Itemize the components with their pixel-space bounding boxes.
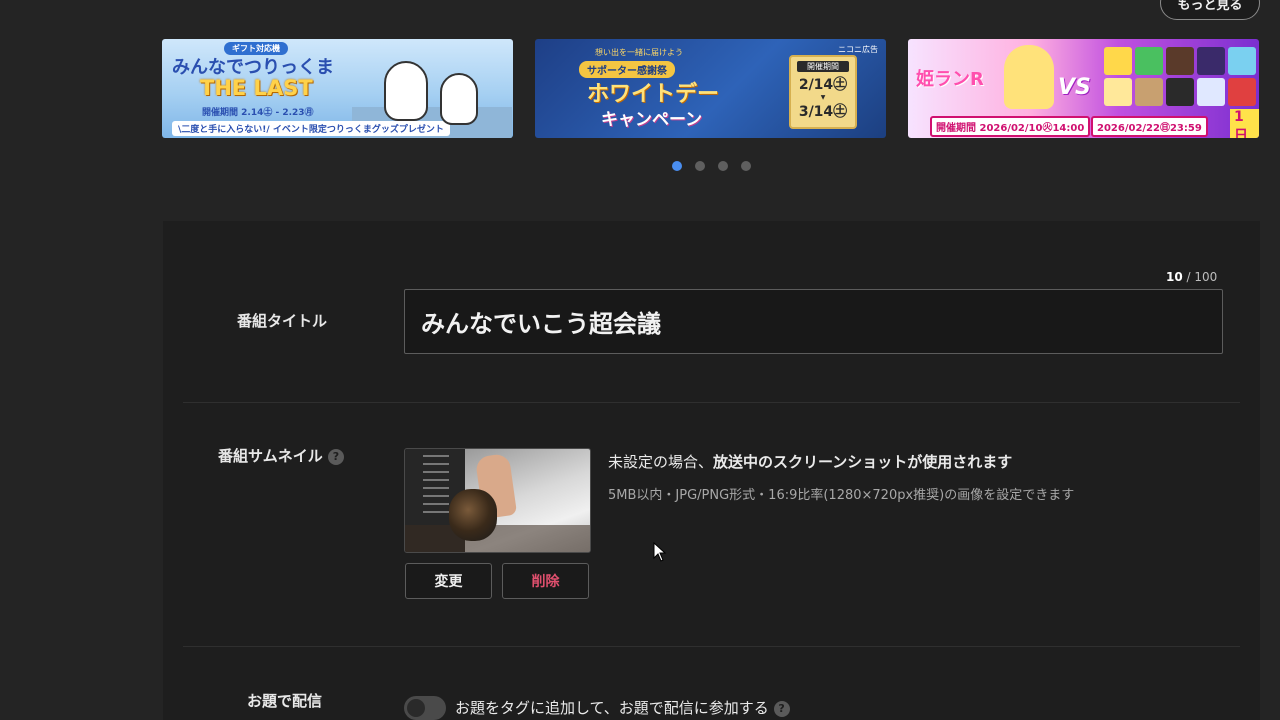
counter-separator: / xyxy=(1182,270,1195,284)
banner-title: ホワイトデー xyxy=(587,82,720,107)
banner-vs: VS xyxy=(1058,75,1091,100)
avatar-icon xyxy=(1104,78,1132,106)
desc-bold: 放送中のスクリーンショットが使用されます xyxy=(713,453,1013,471)
avatar-icon xyxy=(1166,47,1194,75)
avatar-icon xyxy=(1135,47,1163,75)
title-char-counter: 10 / 100 xyxy=(1166,270,1217,284)
title-input[interactable]: みんなでいこう超会議 xyxy=(404,289,1223,354)
delete-thumbnail-button[interactable]: 削除 xyxy=(502,563,589,599)
banner-title: 姫ランR xyxy=(916,69,984,90)
banner-period: 開催期間 2.14㊏ - 2.23㊊ xyxy=(202,108,314,118)
topic-toggle-text: お題をタグに追加して、お題で配信に参加する xyxy=(455,699,769,717)
carousel-dot[interactable] xyxy=(672,161,682,171)
topic-toggle-row: お題をタグに追加して、お題で配信に参加する ? xyxy=(455,697,790,718)
toggle-knob xyxy=(407,699,425,717)
title-label: 番組タイトル xyxy=(237,312,328,330)
counter-max: 100 xyxy=(1194,270,1218,284)
avatar-icon xyxy=(1228,47,1256,75)
period-arrow: ▼ xyxy=(820,94,826,101)
banner-period-box: 開催期間 2/14㊏ ▼ 3/14㊏ xyxy=(789,55,857,129)
avatar-icon xyxy=(1197,47,1225,75)
topic-toggle[interactable] xyxy=(404,696,446,720)
banner-top-text: 想い出を一緒に届けよう xyxy=(595,48,683,57)
avatar-icon xyxy=(1104,47,1132,75)
thumbnail-spec: 5MB以内・JPG/PNG形式・16:9比率(1280×720px推奨)の画像を… xyxy=(608,488,1075,503)
period-end: 3/14㊏ xyxy=(798,104,848,120)
thumb-floor xyxy=(405,525,590,552)
banner-himerank[interactable]: 姫ランR VS 開催期間 2026/02/10㊋14:00 2026/02/22… xyxy=(908,39,1259,138)
divider xyxy=(183,402,1240,403)
avatar-icon xyxy=(1197,78,1225,106)
banner-tsurikkuma[interactable]: ギフト対応機 みんなでつりっくま THE LAST 開催期間 2.14㊏ - 2… xyxy=(162,39,513,138)
avatar-icon xyxy=(1228,78,1256,106)
divider xyxy=(183,646,1240,647)
banner-note: \二度と手に入らない!/ イベント限定つりっくまグッズプレゼント xyxy=(172,121,450,136)
period-start: 2/14㊏ xyxy=(798,77,848,93)
cat-image xyxy=(449,489,497,541)
banner-logo: ニコニ広告 xyxy=(838,45,878,54)
change-thumbnail-button[interactable]: 変更 xyxy=(405,563,492,599)
topic-label: お題で配信 xyxy=(247,692,323,710)
avatar-icon xyxy=(1135,78,1163,106)
thumbnail-preview[interactable] xyxy=(404,448,591,553)
banner-subtitle: キャンペーン xyxy=(601,110,703,130)
avatar-grid xyxy=(1104,47,1256,106)
thumbnail-description: 未設定の場合、放送中のスクリーンショットが使用されます xyxy=(608,451,1012,472)
bear-character-icon xyxy=(384,61,428,121)
thumbnail-label: 番組サムネイル xyxy=(218,447,323,465)
period-label: 開催期間 xyxy=(797,61,849,72)
carousel-dot[interactable] xyxy=(718,161,728,171)
banner-subtitle: THE LAST xyxy=(200,76,313,100)
thumbnail-label-row: 番組サムネイル ? xyxy=(218,445,344,466)
mouse-cursor-icon xyxy=(653,542,667,562)
carousel-dot[interactable] xyxy=(695,161,705,171)
counter-current: 10 xyxy=(1166,270,1183,284)
carousel-dot[interactable] xyxy=(741,161,751,171)
desc-prefix: 未設定の場合、 xyxy=(608,453,714,471)
carousel-dots xyxy=(672,161,751,171)
banner-day-badge: 1日 xyxy=(1230,109,1259,138)
page: もっと見る ギフト対応機 みんなでつりっくま THE LAST 開催期間 2.1… xyxy=(0,0,1280,720)
more-button[interactable]: もっと見る xyxy=(1160,0,1260,20)
banner-date-start: 開催期間 2026/02/10㊋14:00 xyxy=(930,116,1091,137)
princess-character-icon xyxy=(1004,45,1054,109)
banner-whiteday[interactable]: 想い出を一緒に届けよう サポーター感謝祭 ホワイトデー キャンペーン ニコニ広告… xyxy=(535,39,886,138)
help-icon[interactable]: ? xyxy=(327,448,344,465)
help-icon[interactable]: ? xyxy=(773,700,790,717)
avatar-icon xyxy=(1166,78,1194,106)
banner-date-end: 2026/02/22㊐23:59 xyxy=(1091,116,1208,137)
bear-character-icon xyxy=(440,73,478,125)
